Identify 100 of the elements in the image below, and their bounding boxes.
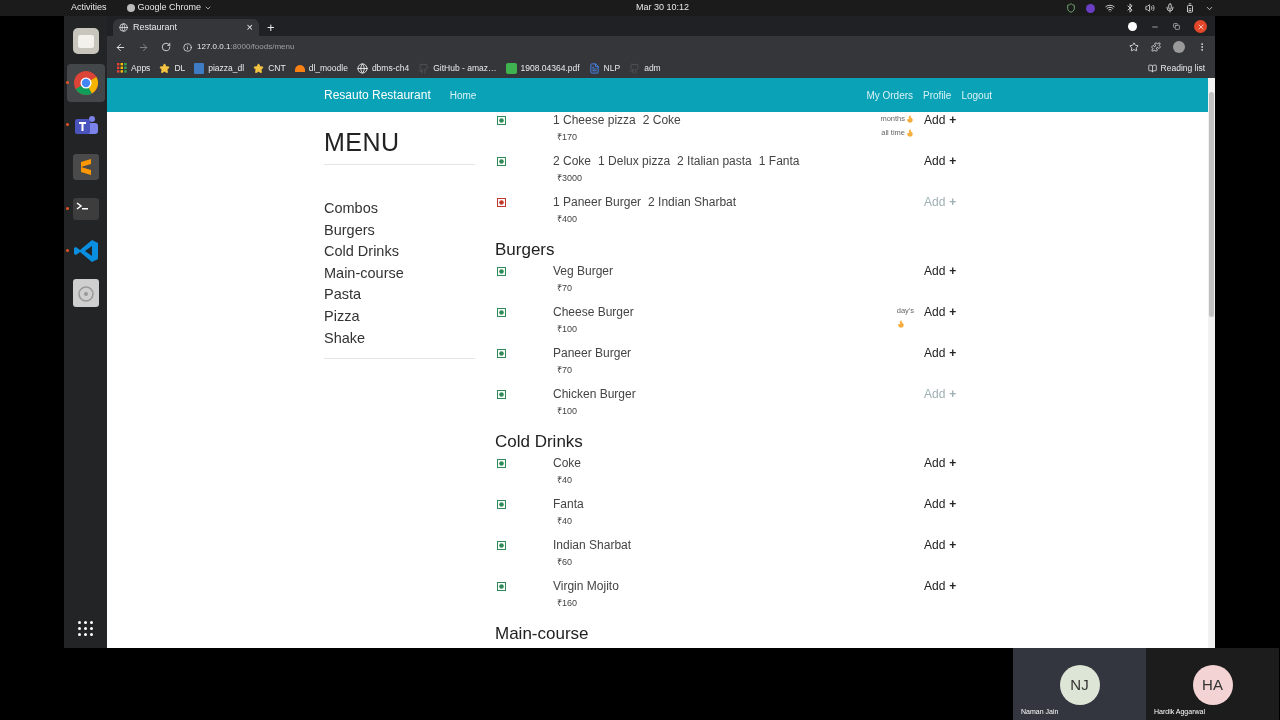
clock[interactable]: Mar 30 10:12 bbox=[636, 1, 690, 15]
bookmark-item[interactable]: 1908.04364.pdf bbox=[505, 61, 580, 75]
forward-icon[interactable] bbox=[138, 41, 149, 53]
github-icon bbox=[418, 62, 430, 74]
app-menu[interactable]: Google Chrome bbox=[126, 1, 213, 15]
activities-button[interactable]: Activities bbox=[71, 1, 107, 15]
extensions-icon[interactable] bbox=[1151, 42, 1161, 52]
star-icon bbox=[253, 62, 265, 74]
item-price: ₹70 bbox=[557, 364, 572, 377]
item-name: 1 Cheese pizza bbox=[553, 113, 636, 128]
category-link[interactable]: Cold Drinks bbox=[324, 241, 475, 263]
bookmark-item[interactable]: GitHub - amaz… bbox=[418, 61, 497, 75]
close-window-button[interactable] bbox=[1194, 20, 1207, 33]
item-name: 1 Fanta bbox=[758, 154, 800, 169]
add-button[interactable]: Add + bbox=[924, 113, 957, 128]
add-button[interactable]: Add + bbox=[924, 538, 957, 553]
star-icon bbox=[159, 62, 171, 74]
item-name: Indian Sharbat bbox=[553, 538, 632, 553]
category-link[interactable]: Pasta bbox=[324, 284, 475, 306]
back-icon[interactable] bbox=[115, 41, 126, 53]
bookmark-item[interactable]: DL bbox=[159, 61, 186, 75]
item-name: Coke bbox=[553, 456, 581, 471]
section-heading: Burgers bbox=[495, 239, 556, 262]
url-text: 127.0.0.1:8000/foods/menu bbox=[197, 41, 295, 53]
chrome-icon[interactable] bbox=[72, 70, 99, 96]
close-tab-button[interactable]: × bbox=[246, 22, 253, 33]
item-price: ₹40 bbox=[557, 515, 572, 528]
item-price: ₹100 bbox=[557, 323, 578, 336]
bookmark-item[interactable]: dl_moodle bbox=[294, 61, 348, 75]
terminal-icon[interactable] bbox=[72, 198, 99, 220]
item-name: 2 Coke bbox=[553, 154, 592, 169]
bookmark-item[interactable]: adm bbox=[629, 61, 661, 75]
profile-avatar[interactable] bbox=[1173, 41, 1185, 53]
bookmark-item[interactable]: Apps bbox=[117, 61, 151, 75]
add-button[interactable]: Add + bbox=[924, 264, 957, 279]
bookmark-item[interactable]: piazza_dl bbox=[194, 61, 245, 75]
section-heading: Cold Drinks bbox=[495, 431, 584, 454]
github-icon bbox=[629, 62, 641, 74]
item-price: ₹100 bbox=[557, 405, 578, 418]
item-name: Chicken Burger bbox=[553, 387, 636, 402]
restore-icon[interactable] bbox=[1173, 23, 1180, 30]
globe-icon bbox=[119, 23, 128, 32]
wifi-icon[interactable] bbox=[1105, 3, 1115, 13]
item-name: 1 Delux pizza bbox=[598, 154, 671, 169]
item-name: 2 Italian pasta bbox=[677, 154, 752, 169]
book-icon bbox=[1147, 63, 1157, 73]
bookmark-item[interactable]: dbms-ch4 bbox=[356, 61, 410, 75]
add-button[interactable]: Add + bbox=[924, 456, 957, 471]
add-button[interactable]: Add + bbox=[924, 579, 957, 594]
category-link[interactable]: Shake bbox=[324, 327, 475, 350]
add-button[interactable]: Add + bbox=[924, 154, 957, 169]
item-name: 2 Indian Sharbat bbox=[648, 195, 737, 210]
info-icon bbox=[183, 42, 192, 52]
item-name: Veg Burger bbox=[553, 264, 614, 279]
tab-title: Restaurant bbox=[133, 20, 179, 34]
tray-app-icon[interactable] bbox=[1086, 3, 1095, 13]
add-button[interactable]: Add + bbox=[924, 305, 957, 320]
show-applications-icon[interactable] bbox=[78, 621, 93, 636]
item-price: ₹3000 bbox=[557, 172, 583, 185]
section-heading: Main-course bbox=[495, 623, 590, 646]
item-price: ₹170 bbox=[557, 131, 578, 144]
item-name: 1 Paneer Burger bbox=[553, 195, 642, 210]
category-link[interactable]: Pizza bbox=[324, 305, 475, 328]
item-name: 2 Coke bbox=[642, 113, 681, 128]
menu-title: MENU bbox=[324, 127, 401, 157]
browser-tab[interactable]: Restaurant × bbox=[113, 19, 259, 36]
add-button[interactable]: Add + bbox=[924, 497, 957, 512]
code-editor-icon[interactable] bbox=[72, 238, 99, 264]
category-link[interactable]: Main-course bbox=[324, 262, 475, 285]
item-price: ₹400 bbox=[557, 213, 578, 226]
bluetooth-icon[interactable] bbox=[1125, 3, 1135, 13]
globe-icon bbox=[356, 62, 368, 74]
item-price: ₹40 bbox=[557, 474, 572, 487]
volume-icon[interactable] bbox=[1145, 3, 1155, 13]
close-icon bbox=[1196, 22, 1205, 31]
item-price: ₹60 bbox=[557, 556, 572, 569]
item-price: ₹70 bbox=[557, 282, 572, 295]
bookmark-item[interactable]: CNT bbox=[253, 61, 286, 75]
item-name: Paneer Burger bbox=[553, 346, 632, 361]
apps-grid-icon bbox=[117, 63, 127, 73]
dock-item[interactable] bbox=[66, 64, 105, 102]
microphone-icon[interactable] bbox=[1165, 3, 1175, 13]
reload-icon[interactable] bbox=[161, 42, 171, 52]
document-icon bbox=[588, 62, 600, 74]
folder-icon[interactable] bbox=[72, 28, 99, 54]
bookmark-star-icon[interactable] bbox=[1129, 42, 1139, 52]
new-tab-button[interactable]: + bbox=[267, 21, 275, 34]
category-link[interactable]: Combos bbox=[324, 198, 475, 220]
bookmark-item[interactable]: NLP bbox=[588, 61, 621, 75]
avatar-initials: NJ bbox=[1070, 674, 1089, 695]
reading-list-button[interactable]: Reading list bbox=[1147, 61, 1205, 75]
item-name: Virgin Mojito bbox=[553, 579, 619, 594]
add-button[interactable]: Add + bbox=[924, 346, 957, 361]
caret-icon bbox=[204, 4, 213, 12]
scrollbar[interactable] bbox=[1208, 78, 1215, 648]
shield-icon[interactable] bbox=[1066, 3, 1076, 13]
item-name: Cheese Burger bbox=[553, 305, 634, 320]
battery-icon[interactable] bbox=[1185, 3, 1195, 13]
category-link[interactable]: Burgers bbox=[324, 219, 475, 242]
avatar-initials: HA bbox=[1202, 674, 1223, 695]
